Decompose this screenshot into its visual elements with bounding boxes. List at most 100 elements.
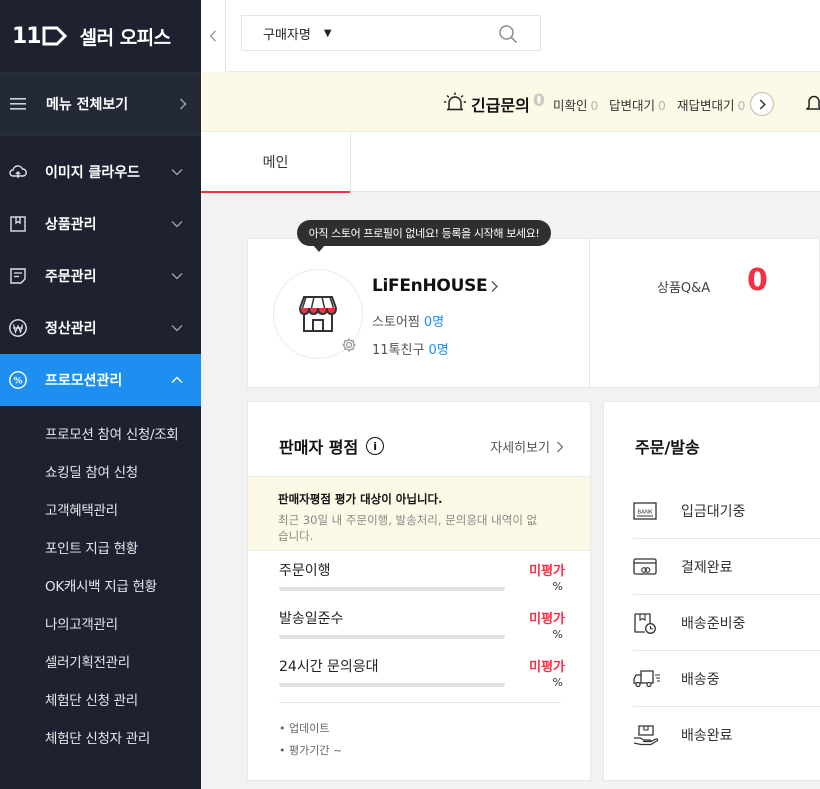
submenu-item[interactable]: 체험단 신청자 관리 [0, 718, 201, 756]
order-row-shipping[interactable]: 배송중 [633, 651, 820, 707]
friends-label: 11톡친구 [372, 343, 425, 358]
waiting-status[interactable]: 답변대기 0 [609, 95, 666, 114]
submenu-item[interactable]: 나의고객관리 [0, 604, 201, 642]
rating-title-text: 판매자 평점 [279, 438, 359, 457]
zzim-count: 0명 [423, 315, 445, 330]
rewaiting-label: 재답변대기 [677, 98, 735, 113]
submenu-item[interactable]: OK캐시백 지급 현황 [0, 566, 201, 604]
tab-bar: 메인 [201, 132, 820, 193]
submenu-item[interactable]: 프로모션 참여 신청/조회 [0, 414, 201, 452]
sidebar-item-products[interactable]: 상품관리 [0, 198, 201, 250]
store-icon [299, 296, 337, 332]
divider [279, 702, 561, 703]
notice-body: 최근 30일 내 주문이행, 발송처리, 문의응대 내역이 없 습니다. [278, 512, 560, 544]
metric-bar [279, 587, 505, 591]
waiting-label: 답변대기 [609, 98, 656, 113]
divider [589, 239, 590, 389]
detail-link-label: 자세히보기 [490, 441, 550, 456]
store-name-link[interactable]: LiFEnHOUSE [372, 276, 499, 296]
brand-name: 셀러 오피스 [79, 26, 172, 49]
store-profile-tooltip[interactable]: 아직 스토어 프로필이 없네요! 등록을 시작해 보세요! [297, 220, 551, 252]
box-icon [8, 214, 28, 234]
store-zzim: 스토어찜 0명 [372, 311, 444, 330]
svg-text:%: % [13, 377, 22, 387]
friends-count: 0명 [428, 343, 449, 358]
urgent-inquiry-bar: 긴급문의 0 미확인 0 답변대기 0 재답변대기 0 [201, 72, 820, 132]
search-box: 구매자명 ▼ [241, 15, 541, 51]
urgent-inquiry-count: 0 [533, 91, 545, 111]
sidebar-item-label: 프로모션관리 [45, 373, 123, 389]
rating-title: 판매자 평점 i [279, 434, 385, 458]
submenu-item[interactable]: 셀러기획전관리 [0, 642, 201, 680]
metric-24h-response: 24시간 문의응대 미평가 % [279, 656, 565, 696]
metric-eval: 미평가 [529, 660, 565, 675]
order-row-label: 결제완료 [681, 559, 733, 576]
urgent-inquiry-title[interactable]: 긴급문의 [471, 92, 530, 116]
metric-name: 발송일준수 [279, 611, 344, 627]
unread-label: 미확인 [553, 98, 588, 113]
order-list-icon [8, 266, 28, 286]
brand-logo-text: 11 [12, 23, 42, 49]
chevron-down-icon [171, 166, 183, 178]
chevron-right-icon [759, 98, 766, 110]
store-profile-card: LiFEnHOUSE 스토어찜 0명 11톡친구 0명 상품Q&A 0 [247, 238, 820, 389]
metric-name: 24시간 문의응대 [279, 659, 379, 675]
order-row-awaiting-deposit[interactable]: BANK 입금대기중 [633, 483, 820, 539]
order-row-label: 입금대기중 [681, 503, 746, 520]
metric-shipping-compliance: 발송일준수 미평가 % [279, 608, 565, 648]
submenu-item[interactable]: 고객혜택관리 [0, 490, 201, 528]
caret-down-icon: ▼ [323, 27, 332, 39]
sidebar-item-settlement[interactable]: 정산관리 [0, 302, 201, 354]
chevron-down-icon [171, 218, 183, 230]
notice-body-line: 최근 30일 내 주문이행, 발송처리, 문의응대 내역이 없 [278, 513, 538, 527]
sidebar-item-promotion[interactable]: % 프로모션관리 [0, 354, 201, 406]
submenu-item[interactable]: 포인트 지급 현황 [0, 528, 201, 566]
qa-count[interactable]: 0 [747, 263, 768, 298]
gear-icon[interactable] [341, 337, 357, 357]
rewaiting-status[interactable]: 재답변대기 0 [677, 95, 745, 114]
metric-pct: % [552, 580, 563, 593]
rating-notice: 판매자평점 평가 대상이 아닙니다. 최근 30일 내 주문이행, 발송처리, … [248, 476, 590, 551]
sidebar-collapse-button[interactable] [201, 0, 226, 72]
order-row-delivered[interactable]: 배송완료 [633, 707, 820, 763]
sidebar-item-orders[interactable]: 주문관리 [0, 250, 201, 302]
rating-detail-link[interactable]: 자세히보기 [490, 437, 564, 456]
notice-title: 판매자평점 평가 대상이 아닙니다. [278, 492, 443, 506]
hamburger-icon [10, 98, 26, 110]
submenu-item[interactable]: 체험단 신청 관리 [0, 680, 201, 718]
menu-all-button[interactable]: 메뉴 전체보기 [0, 72, 201, 136]
metric-eval: 미평가 [529, 612, 565, 627]
order-row-paid[interactable]: 결제완료 [633, 539, 820, 595]
package-clock-icon [633, 611, 669, 635]
metric-pct: % [552, 628, 563, 641]
sidebar-item-image-cloud[interactable]: 이미지 클라우드 [0, 146, 201, 198]
chevron-up-icon [171, 374, 183, 386]
bank-icon: BANK [633, 501, 669, 520]
search-icon[interactable] [498, 24, 518, 48]
card-icon [633, 557, 669, 577]
tab-main[interactable]: 메인 [201, 132, 351, 193]
store-friends: 11톡친구 0명 [372, 339, 449, 358]
alert-next-button[interactable] [750, 92, 774, 116]
top-bar: 구매자명 ▼ [226, 0, 820, 72]
notice-body-line: 습니다. [278, 529, 314, 543]
order-row-label: 배송완료 [681, 728, 733, 744]
info-icon[interactable]: i [366, 437, 385, 455]
submenu-item[interactable]: 쇼킹딜 참여 신청 [0, 452, 201, 490]
order-row-label: 배송중 [681, 671, 720, 688]
chevron-left-icon [209, 30, 216, 42]
logo-bar[interactable]: 11 셀러 오피스 [0, 0, 201, 72]
evaluation-period: • 평가기간 ~ [279, 744, 343, 757]
chevron-right-icon [557, 441, 564, 452]
order-row-preparing[interactable]: 배송준비중 [633, 595, 820, 651]
unread-status[interactable]: 미확인 0 [553, 95, 598, 114]
search-type-select[interactable]: 구매자명 ▼ [263, 24, 332, 43]
bell-icon[interactable] [805, 93, 820, 117]
sidebar-item-label: 이미지 클라우드 [45, 165, 141, 181]
percent-icon: % [8, 370, 28, 390]
menu-all-label: 메뉴 전체보기 [46, 97, 129, 113]
zzim-label: 스토어찜 [372, 315, 420, 330]
brand-logo: 11 [12, 24, 68, 49]
order-shipping-card: 주문/발송 BANK 입금대기중 결제완료 배송준비중 배송중 배송완료 [603, 401, 820, 781]
box-hand-icon [633, 724, 669, 746]
